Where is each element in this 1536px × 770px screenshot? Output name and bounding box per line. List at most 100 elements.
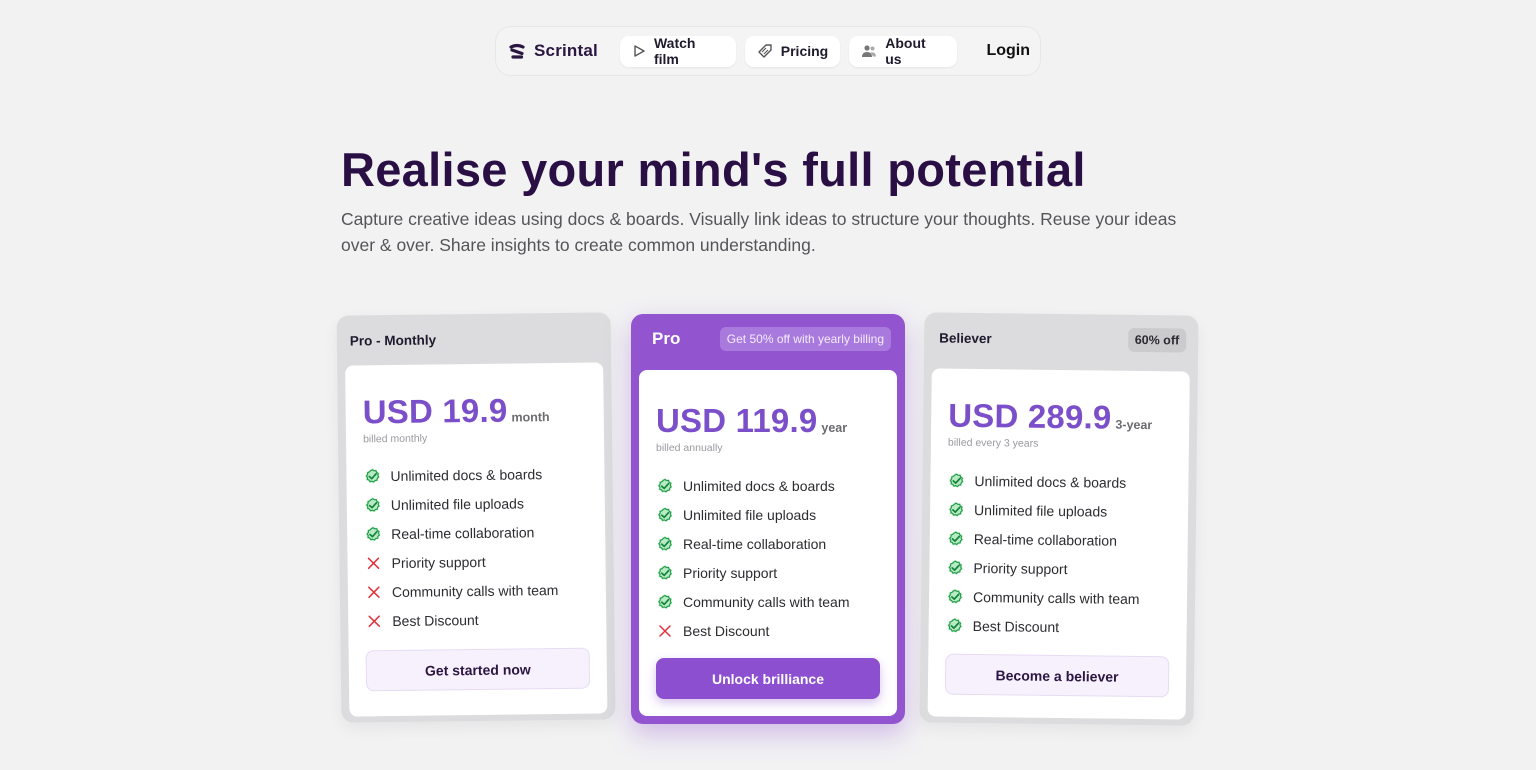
plan-price: USD 119.9 <box>656 402 818 439</box>
cross-icon <box>656 622 674 640</box>
plan-card-header: Pro - Monthly <box>337 312 612 365</box>
scrintal-logo-icon <box>508 43 526 60</box>
feature-item: Community calls with team <box>656 587 880 616</box>
feature-list: Unlimited docs & boards Unlimited file up… <box>946 466 1172 643</box>
login-link[interactable]: Login <box>986 42 1030 60</box>
feature-item: Priority support <box>946 553 1170 585</box>
feature-item: Community calls with team <box>946 582 1170 614</box>
check-badge-icon <box>947 529 965 547</box>
feature-item: Unlimited file uploads <box>656 500 880 529</box>
feature-label: Unlimited docs & boards <box>974 472 1127 491</box>
nav-watch-film-button[interactable]: Watch film <box>619 35 736 67</box>
check-badge-icon <box>364 525 382 543</box>
unlock-brilliance-button[interactable]: Unlock brilliance <box>656 658 880 699</box>
plan-card-body: USD 119.9 year billed annually Unlimited… <box>639 370 897 716</box>
top-nav: Scrintal Watch film Pricing About us Log… <box>495 26 1041 76</box>
feature-label: Unlimited docs & boards <box>683 477 835 494</box>
plan-card-body: USD 289.9 3-year billed every 3 years Un… <box>927 368 1190 720</box>
check-badge-icon <box>364 496 382 514</box>
feature-label: Priority support <box>683 564 778 581</box>
plan-period: year <box>821 421 848 435</box>
hero-subtitle: Capture creative ideas using docs & boar… <box>341 209 1177 255</box>
feature-label: Unlimited file uploads <box>390 494 525 513</box>
feature-item: Real-time collaboration <box>364 517 588 549</box>
discount-badge: 60% off <box>1127 327 1187 353</box>
feature-list: Unlimited docs & boards Unlimited file up… <box>363 459 589 636</box>
check-badge-icon <box>947 471 965 489</box>
get-started-button[interactable]: Get started now <box>365 647 591 692</box>
feature-item: Unlimited docs & boards <box>947 466 1171 498</box>
feature-label: Best Discount <box>972 617 1060 635</box>
price-row: USD 289.9 3-year <box>948 397 1172 438</box>
plan-price: USD 289.9 <box>948 396 1112 436</box>
plan-card-header: Pro Get 50% off with yearly billing <box>631 314 905 364</box>
plan-card-believer: Believer 60% off USD 289.9 3-year billed… <box>919 312 1199 726</box>
feature-label: Unlimited file uploads <box>683 506 817 523</box>
plan-period: month <box>511 410 550 425</box>
check-badge-icon <box>947 500 965 518</box>
feature-label: Best Discount <box>683 622 770 639</box>
feature-label: Real-time collaboration <box>973 530 1118 549</box>
feature-label: Best Discount <box>392 611 479 629</box>
play-icon <box>632 44 646 58</box>
feature-item: Community calls with team <box>365 575 589 607</box>
feature-label: Unlimited docs & boards <box>390 465 543 484</box>
feature-item: Unlimited file uploads <box>947 495 1171 527</box>
tag-icon <box>757 43 773 59</box>
cross-icon <box>364 554 382 572</box>
check-badge-icon <box>946 587 964 605</box>
feature-label: Priority support <box>973 559 1068 577</box>
feature-item: Priority support <box>364 546 588 578</box>
feature-label: Priority support <box>391 553 486 571</box>
brand-link[interactable]: Scrintal <box>508 41 598 61</box>
price-row: USD 19.9 month <box>362 391 586 432</box>
price-row: USD 119.9 year <box>656 402 880 440</box>
feature-item: Best Discount <box>946 611 1170 643</box>
people-icon <box>861 44 877 58</box>
hero-title: Realise your mind's full potential <box>341 143 1086 196</box>
check-badge-icon <box>656 506 674 524</box>
plan-name: Believer <box>939 330 992 346</box>
feature-item: Best Discount <box>656 616 880 645</box>
feature-label: Community calls with team <box>972 588 1140 607</box>
cross-icon <box>365 612 383 630</box>
brand-name: Scrintal <box>534 41 598 60</box>
nav-about-us-label: About us <box>885 35 926 67</box>
plan-period: 3-year <box>1115 417 1153 433</box>
billing-note: billed monthly <box>362 432 428 446</box>
feature-label: Community calls with team <box>391 581 559 600</box>
nav-watch-film-label: Watch film <box>653 35 696 67</box>
check-badge-icon <box>363 467 381 485</box>
check-badge-icon <box>656 564 674 582</box>
check-badge-icon <box>656 535 674 553</box>
plan-name: Pro - Monthly <box>349 331 437 349</box>
feature-label: Real-time collaboration <box>391 523 535 542</box>
feature-item: Unlimited docs & boards <box>656 471 880 500</box>
billing-note: billed every 3 years <box>947 436 1039 450</box>
billing-note: billed annually <box>656 442 723 454</box>
plan-name: Pro <box>652 329 681 348</box>
feature-item: Real-time collaboration <box>947 524 1171 556</box>
nav-pricing-button[interactable]: Pricing <box>744 35 841 67</box>
feature-label: Real-time collaboration <box>683 535 827 552</box>
cross-icon <box>365 583 383 601</box>
plan-card-body: USD 19.9 month billed monthly Unlimited … <box>345 362 608 717</box>
check-badge-icon <box>946 616 964 634</box>
become-a-believer-button[interactable]: Become a believer <box>944 653 1170 698</box>
plan-card-pro: Pro Get 50% off with yearly billing USD … <box>631 314 905 724</box>
promo-badge: Get 50% off with yearly billing <box>719 327 891 351</box>
feature-item: Best Discount <box>365 604 589 636</box>
feature-item: Real-time collaboration <box>656 529 880 558</box>
plan-price: USD 19.9 <box>362 391 508 431</box>
feature-list: Unlimited docs & boards Unlimited file up… <box>656 471 880 645</box>
plan-card-header: Believer 60% off <box>924 312 1199 365</box>
nav-pricing-label: Pricing <box>780 43 829 59</box>
check-badge-icon <box>946 558 964 576</box>
feature-label: Unlimited file uploads <box>974 501 1108 520</box>
check-badge-icon <box>656 593 674 611</box>
feature-item: Unlimited file uploads <box>364 488 588 520</box>
feature-item: Unlimited docs & boards <box>363 459 587 491</box>
nav-about-us-button[interactable]: About us <box>849 35 958 67</box>
check-badge-icon <box>656 477 674 495</box>
feature-label: Community calls with team <box>683 593 850 610</box>
